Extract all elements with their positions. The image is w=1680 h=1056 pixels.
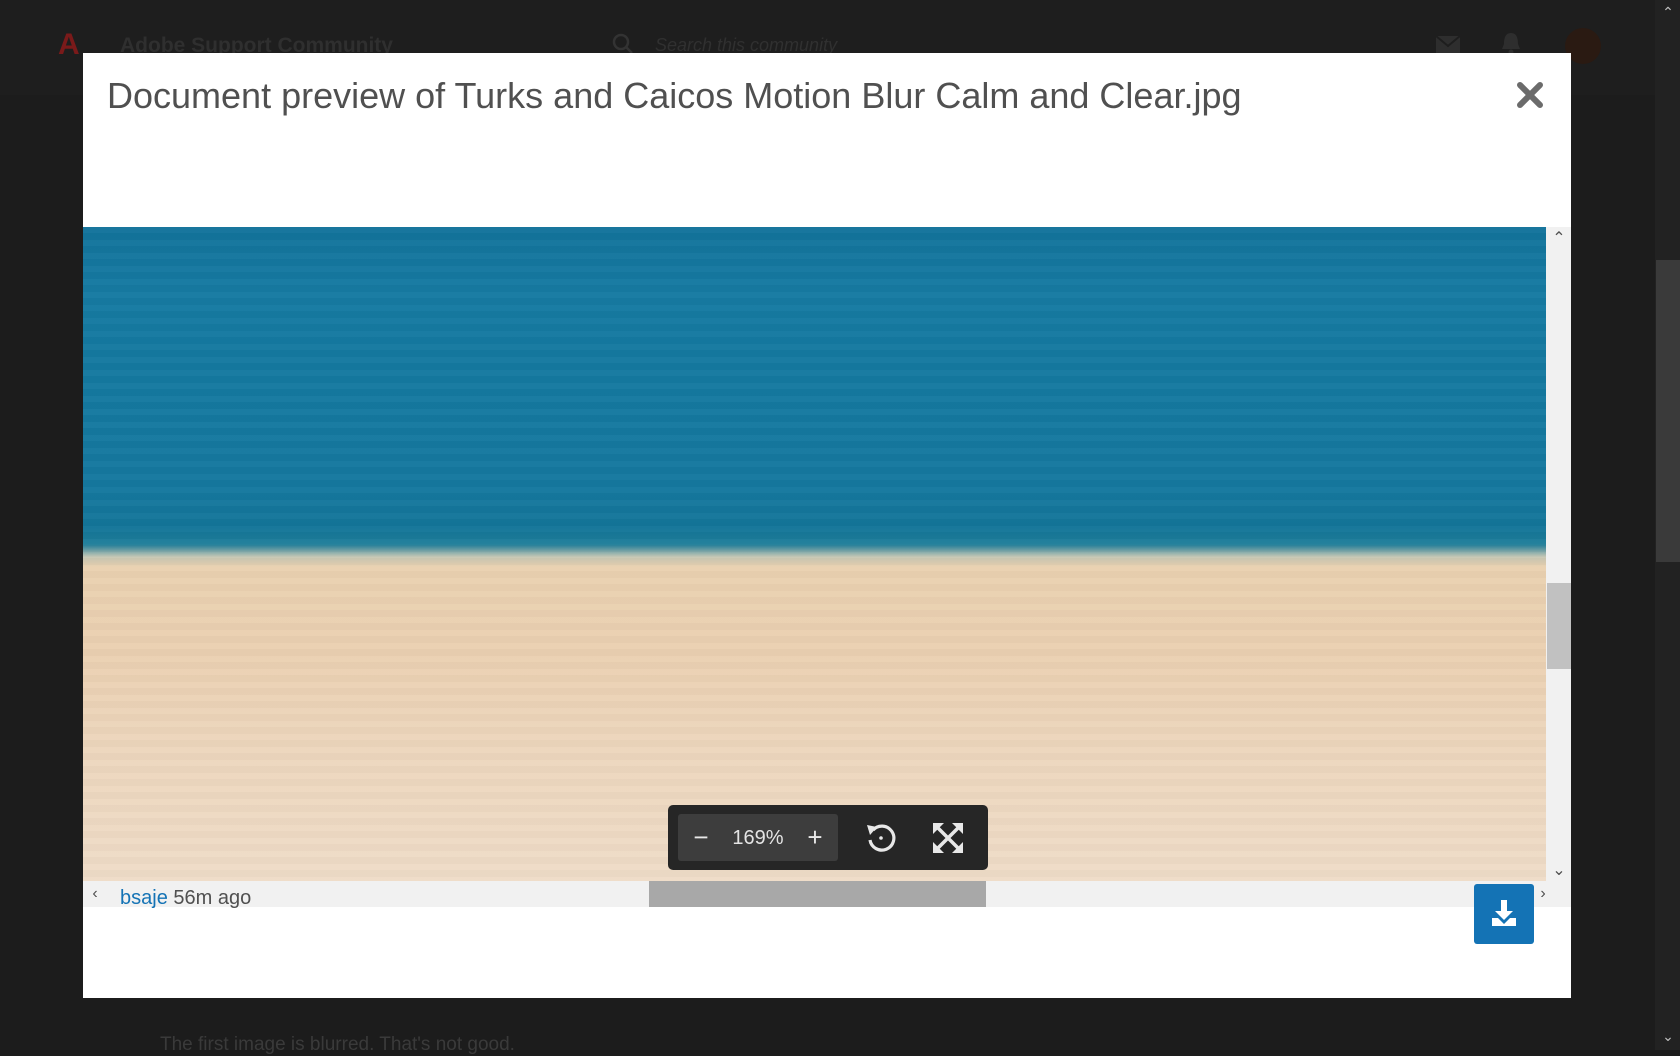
vertical-scrollbar-thumb[interactable] [1547,583,1571,669]
page-scroll-up-icon[interactable]: ⌃ [1660,4,1676,20]
attachment-meta: bsaje 56m ago [120,887,251,910]
zoom-in-button[interactable]: + [800,822,830,852]
bell-icon [1502,33,1520,55]
timestamp: 56m ago [173,887,252,909]
download-button[interactable] [1474,884,1534,944]
page-scroll-down-icon[interactable]: ⌄ [1660,1028,1676,1044]
scroll-left-icon[interactable]: ‹ [85,884,105,904]
vertical-scrollbar[interactable] [1546,227,1571,881]
rotate-icon[interactable] [864,821,898,855]
close-icon[interactable] [1514,79,1546,111]
zoom-level: 169% [732,827,784,849]
scroll-down-icon[interactable]: ⌄ [1549,861,1569,881]
zoom-controls: − 169% + [678,814,838,861]
scroll-right-icon[interactable]: › [1533,884,1553,904]
scroll-up-icon[interactable]: ⌃ [1549,229,1569,249]
horizontal-scrollbar-thumb[interactable] [649,881,986,907]
search-icon [612,33,633,54]
author-link[interactable]: bsaje [120,887,168,909]
zoom-out-button[interactable]: − [686,822,716,852]
mail-icon [1436,36,1460,54]
post-body-text: The first image is blurred. That's not g… [160,1034,515,1055]
modal-title: Document preview of Turks and Caicos Mot… [107,75,1242,116]
preview-image[interactable] [83,227,1546,881]
fullscreen-icon[interactable] [931,821,965,855]
document-preview-modal: Document preview of Turks and Caicos Mot… [83,53,1571,998]
download-icon [1492,900,1516,926]
page-scrollbar-thumb[interactable] [1656,260,1680,562]
viewer-toolbar: − 169% + [668,805,988,870]
image-viewer[interactable]: ⌃ ⌄ ‹ › − 169% + [83,227,1571,907]
